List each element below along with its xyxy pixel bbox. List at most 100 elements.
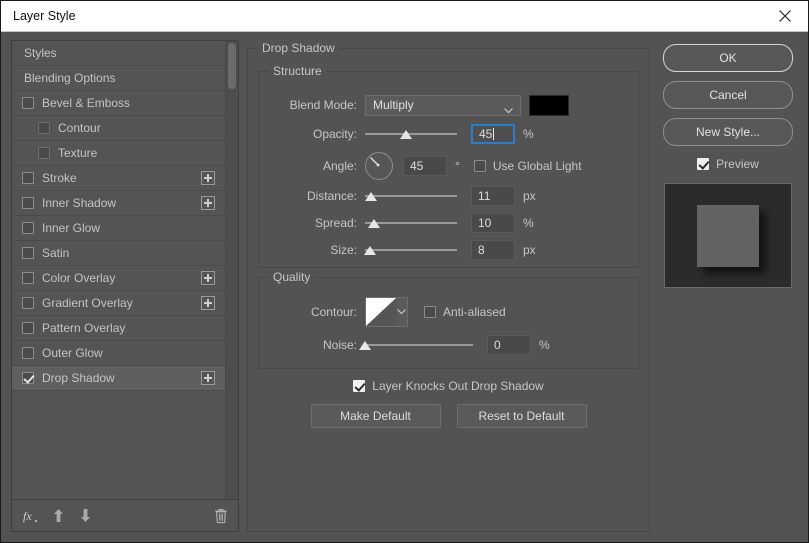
angle-row: Angle: 45 ° Use Global Light (267, 152, 630, 180)
add-effect-icon[interactable] (201, 171, 215, 185)
spread-row: Spread: 10 % (267, 212, 630, 234)
scrollbar-thumb[interactable] (228, 43, 236, 89)
actions-panel: OK Cancel New Style... Preview (658, 40, 798, 532)
size-input[interactable]: 8 (471, 240, 515, 260)
style-checkbox[interactable] (22, 172, 34, 184)
style-row-texture[interactable]: Texture (12, 141, 225, 166)
style-row-label: Color Overlay (42, 271, 116, 285)
styles-list-container: Styles Blending Options Bevel & Emboss Cont… (11, 40, 239, 500)
style-row-styles[interactable]: Styles (12, 41, 225, 66)
size-slider[interactable] (363, 242, 457, 258)
style-row-pattern-overlay[interactable]: Pattern Overlay (12, 316, 225, 341)
quality-legend: Quality (268, 270, 316, 284)
size-row: Size: 8 px (267, 239, 630, 261)
opacity-slider[interactable] (365, 126, 457, 142)
style-checkbox[interactable] (22, 372, 34, 384)
preview-shape (697, 204, 759, 267)
style-checkbox[interactable] (22, 97, 34, 109)
styles-list-scrollbar[interactable] (225, 41, 238, 499)
contour-preset-select[interactable] (365, 297, 408, 327)
fx-icon[interactable]: fx (22, 508, 38, 524)
drop-shadow-legend: Drop Shadow (257, 41, 340, 55)
style-row-bevel-emboss[interactable]: Bevel & Emboss (12, 91, 225, 116)
add-effect-icon[interactable] (201, 296, 215, 310)
distance-input[interactable]: 11 (471, 186, 515, 206)
style-row-satin[interactable]: Satin (12, 241, 225, 266)
noise-row: Noise: 0 % (267, 334, 630, 356)
use-global-light-checkbox[interactable]: Use Global Light (473, 159, 582, 173)
style-row-label: Stroke (42, 171, 77, 185)
add-effect-icon[interactable] (201, 271, 215, 285)
noise-slider-knob[interactable] (359, 341, 371, 350)
style-checkbox[interactable] (22, 247, 34, 259)
style-row-gradient-overlay[interactable]: Gradient Overlay (12, 291, 225, 316)
size-slider-knob[interactable] (363, 246, 376, 255)
opacity-value: 45 (479, 127, 493, 141)
style-checkbox[interactable] (22, 222, 34, 234)
arrow-up-icon[interactable] (52, 508, 65, 523)
style-checkbox[interactable] (38, 147, 50, 159)
opacity-input[interactable]: 45 (471, 124, 515, 144)
style-row-blending-options[interactable]: Blending Options (12, 66, 225, 91)
style-row-drop-shadow[interactable]: Drop Shadow (12, 366, 225, 391)
spread-input[interactable]: 10 (471, 213, 515, 233)
anti-aliased-checkbox[interactable]: Anti-aliased (424, 305, 506, 319)
style-row-label: Inner Glow (42, 221, 101, 235)
style-checkbox[interactable] (22, 197, 34, 209)
layer-knocks-out-checkbox[interactable]: Layer Knocks Out Drop Shadow (353, 379, 544, 393)
blend-mode-row: Blend Mode: Multiply (267, 94, 630, 116)
preview-label: Preview (716, 157, 759, 171)
style-row-contour[interactable]: Contour (12, 116, 225, 141)
spread-slider[interactable] (365, 215, 457, 231)
ok-button[interactable]: OK (663, 44, 793, 72)
add-effect-icon[interactable] (201, 196, 215, 210)
distance-unit: px (523, 189, 536, 203)
layer-knocks-out-label: Layer Knocks Out Drop Shadow (372, 379, 544, 393)
style-checkbox[interactable] (22, 322, 34, 334)
shadow-color-swatch[interactable] (529, 94, 569, 116)
style-row-inner-shadow[interactable]: Inner Shadow (12, 191, 225, 216)
spread-slider-knob[interactable] (368, 219, 381, 228)
style-checkbox[interactable] (38, 122, 50, 134)
checkbox-box (473, 160, 486, 172)
style-row-stroke[interactable]: Stroke (12, 166, 225, 191)
style-checkbox[interactable] (22, 347, 34, 359)
new-style-button[interactable]: New Style... (663, 118, 793, 146)
angle-dial[interactable] (365, 152, 393, 180)
chevron-down-icon (396, 298, 407, 326)
style-row-label: Styles (24, 46, 57, 60)
arrow-down-icon[interactable] (79, 508, 92, 523)
style-row-outer-glow[interactable]: Outer Glow (12, 341, 225, 366)
add-effect-icon[interactable] (201, 371, 215, 385)
size-unit: px (523, 243, 536, 257)
style-row-color-overlay[interactable]: Color Overlay (12, 266, 225, 291)
use-global-light-label: Use Global Light (492, 159, 582, 173)
quality-fieldset: Quality Contour: Anti-aliased Noise: 0 % (258, 270, 639, 369)
cancel-button[interactable]: Cancel (663, 81, 793, 109)
reset-to-default-button[interactable]: Reset to Default (456, 404, 587, 428)
make-default-button[interactable]: Make Default (310, 404, 441, 428)
checkbox-box (353, 380, 366, 392)
style-row-label: Contour (58, 121, 101, 135)
opacity-label: Opacity: (312, 127, 357, 141)
style-row-label: Blending Options (24, 71, 116, 85)
blend-mode-select[interactable]: Multiply (365, 94, 521, 116)
distance-slider[interactable] (364, 188, 457, 204)
dialog-body: Styles Blending Options Bevel & Emboss Cont… (1, 32, 808, 542)
noise-slider[interactable] (359, 337, 473, 353)
style-checkbox[interactable] (22, 297, 34, 309)
noise-input[interactable]: 0 (487, 335, 531, 355)
styles-list[interactable]: Styles Blending Options Bevel & Emboss Cont… (12, 41, 225, 499)
style-row-inner-glow[interactable]: Inner Glow (12, 216, 225, 241)
trash-icon[interactable] (214, 508, 228, 524)
preview-checkbox[interactable]: Preview (697, 157, 759, 171)
text-caret (493, 128, 495, 140)
distance-slider-knob[interactable] (364, 192, 377, 201)
angle-input[interactable]: 45 (403, 156, 447, 176)
opacity-slider-knob[interactable] (400, 130, 413, 139)
style-row-label: Drop Shadow (42, 371, 115, 385)
style-row-label: Satin (42, 246, 70, 260)
style-checkbox[interactable] (22, 272, 34, 284)
title-bar: Layer Style (1, 1, 808, 32)
close-button[interactable] (762, 1, 808, 31)
